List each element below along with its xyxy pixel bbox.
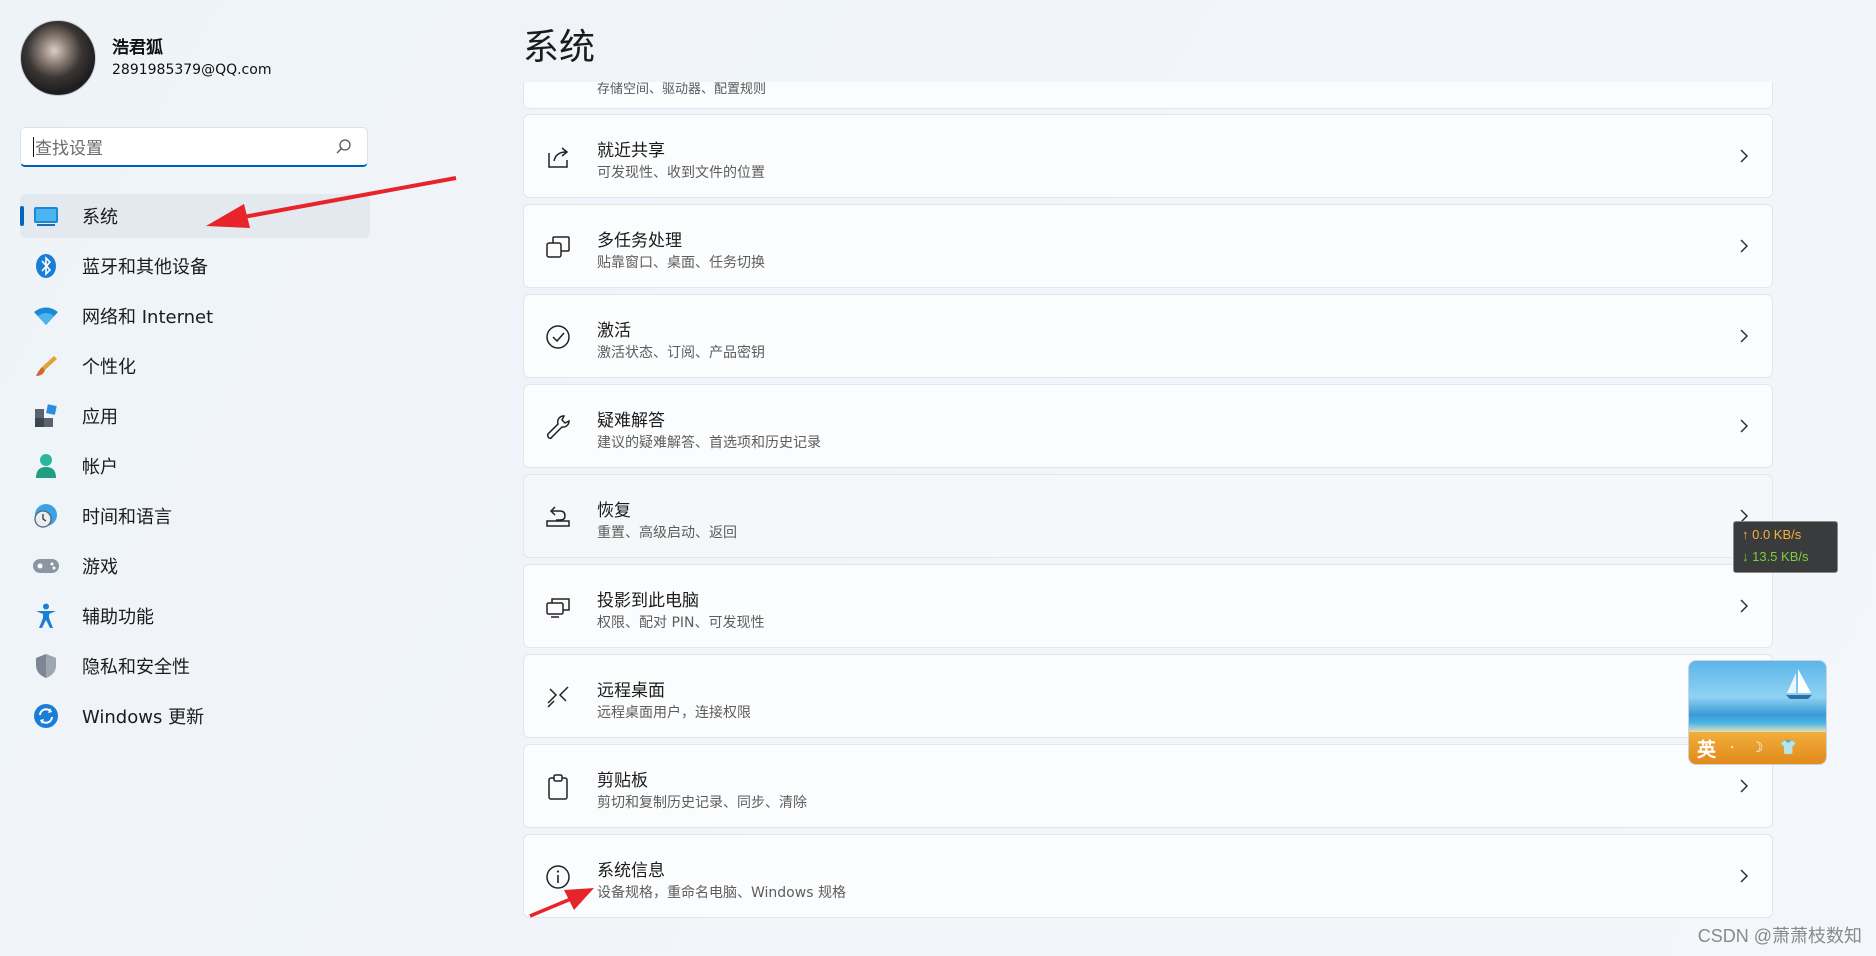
sidebar-item-label: 辅助功能 — [82, 607, 154, 628]
user-profile[interactable]: 浩君狐 2891985379@QQ.com — [20, 20, 271, 96]
recovery-icon — [546, 506, 570, 527]
settings-card-troubleshoot[interactable]: 疑难解答 建议的疑难解答、首选项和历史记录 — [523, 384, 1773, 468]
ime-language-toggle[interactable]: 英 — [1697, 735, 1716, 762]
sidebar-item-gaming[interactable]: 游戏 — [20, 544, 370, 588]
sidebar-item-label: 蓝牙和其他设备 — [82, 257, 208, 278]
sidebar-item-network[interactable]: 网络和 Internet — [20, 294, 370, 338]
card-subtitle: 剪切和复制历史记录、同步、清除 — [597, 795, 807, 811]
text-caret — [33, 136, 34, 157]
card-subtitle: 重置、高级启动、返回 — [597, 525, 737, 541]
card-subtitle: 权限、配对 PIN、可发现性 — [597, 615, 765, 631]
paintbrush-icon — [32, 352, 60, 380]
sidebar-item-accessibility[interactable]: 辅助功能 — [20, 594, 370, 638]
remote-desktop-icon — [547, 686, 569, 708]
search-input[interactable]: 查找设置 — [20, 127, 368, 167]
bluetooth-icon — [32, 252, 60, 280]
sidebar-item-label: 游戏 — [82, 557, 118, 578]
chevron-right-icon — [1740, 419, 1749, 433]
sidebar-item-label: 时间和语言 — [82, 507, 172, 528]
settings-card-recovery[interactable]: 恢复 重置、高级启动、返回 — [523, 474, 1773, 558]
card-subtitle: 建议的疑难解答、首选项和历史记录 — [597, 435, 821, 451]
gamepad-icon — [32, 552, 60, 580]
sidebar-item-bluetooth[interactable]: 蓝牙和其他设备 — [20, 244, 370, 288]
card-title: 激活 — [597, 321, 631, 341]
sidebar: 浩君狐 2891985379@QQ.com 查找设置 系统 蓝牙和其他设备 网络… — [0, 0, 470, 956]
accessibility-icon — [32, 602, 60, 630]
sidebar-item-label: 应用 — [82, 407, 118, 428]
globe-clock-icon — [32, 502, 60, 530]
card-title: 就近共享 — [597, 141, 665, 161]
card-subtitle: 贴靠窗口、桌面、任务切换 — [597, 255, 765, 271]
chevron-right-icon — [1740, 869, 1749, 883]
chevron-right-icon — [1740, 239, 1749, 253]
account-icon — [32, 452, 60, 480]
card-subtitle: 存储空间、驱动器、配置规则 — [597, 82, 767, 97]
card-title: 远程桌面 — [597, 681, 665, 701]
csdn-watermark: CSDN @萧萧枝数知 — [1697, 926, 1862, 946]
sidebar-item-apps[interactable]: 应用 — [20, 394, 370, 438]
network-speed-widget[interactable]: ↑ 0.0 KB/s ↓ 13.5 KB/s — [1733, 521, 1838, 573]
download-speed: ↓ 13.5 KB/s — [1742, 549, 1809, 564]
card-title: 剪贴板 — [597, 771, 648, 791]
sidebar-item-label: 帐户 — [82, 457, 118, 478]
search-icon[interactable] — [335, 138, 353, 156]
settings-card-nearby-sharing[interactable]: 就近共享 可发现性、收到文件的位置 — [523, 114, 1773, 198]
card-title: 投影到此电脑 — [597, 591, 699, 611]
sidebar-item-label: 隐私和安全性 — [82, 657, 190, 678]
settings-card-project-to-pc[interactable]: 投影到此电脑 权限、配对 PIN、可发现性 — [523, 564, 1773, 648]
share-icon — [548, 147, 569, 168]
sidebar-item-privacy[interactable]: 隐私和安全性 — [20, 644, 370, 688]
shield-icon — [32, 652, 60, 680]
card-title: 恢复 — [597, 501, 631, 521]
sidebar-item-accounts[interactable]: 帐户 — [20, 444, 370, 488]
ime-status-bar: 英 · ☽ 👕 — [1689, 732, 1826, 764]
multitask-icon — [546, 236, 570, 258]
wifi-icon — [32, 302, 60, 330]
system-monitor-icon — [32, 202, 60, 230]
sidebar-nav: 系统 蓝牙和其他设备 网络和 Internet 个性化 应用 帐户 时间和语言 … — [20, 194, 370, 744]
sidebar-item-system[interactable]: 系统 — [20, 194, 370, 238]
settings-card-activation[interactable]: 激活 激活状态、订阅、产品密钥 — [523, 294, 1773, 378]
avatar[interactable] — [20, 20, 96, 96]
page-title: 系统 — [523, 27, 596, 68]
card-subtitle: 激活状态、订阅、产品密钥 — [597, 345, 765, 361]
card-title: 多任务处理 — [597, 231, 682, 251]
settings-card-multitasking[interactable]: 多任务处理 贴靠窗口、桌面、任务切换 — [523, 204, 1773, 288]
card-title: 系统信息 — [597, 861, 665, 881]
clipboard-icon — [548, 774, 568, 800]
chevron-right-icon — [1740, 599, 1749, 613]
chevron-right-icon — [1740, 329, 1749, 343]
wrench-icon — [546, 415, 570, 440]
card-subtitle: 设备规格，重命名电脑、Windows 规格 — [597, 885, 846, 901]
sidebar-item-personalization[interactable]: 个性化 — [20, 344, 370, 388]
windows-update-icon — [32, 702, 60, 730]
profile-name: 浩君狐 — [112, 38, 163, 58]
apps-icon — [32, 402, 60, 430]
check-circle-icon — [546, 325, 570, 349]
ime-toolbar[interactable]: 英 · ☽ 👕 — [1688, 660, 1827, 765]
sidebar-item-label: Windows 更新 — [82, 707, 205, 728]
upload-speed: ↑ 0.0 KB/s — [1742, 527, 1802, 542]
settings-card-about[interactable]: 系统信息 设备规格，重命名电脑、Windows 规格 — [523, 834, 1773, 918]
project-icon — [546, 598, 570, 618]
ime-mode-icons[interactable]: · ☽ 👕 — [1730, 740, 1803, 756]
sidebar-item-time-language[interactable]: 时间和语言 — [20, 494, 370, 538]
profile-text: 浩君狐 2891985379@QQ.com — [112, 36, 271, 80]
profile-email: 2891985379@QQ.com — [112, 62, 272, 78]
card-subtitle: 远程桌面用户，连接权限 — [597, 705, 751, 721]
chevron-right-icon — [1740, 149, 1749, 163]
card-subtitle: 可发现性、收到文件的位置 — [597, 165, 765, 181]
sidebar-item-windows-update[interactable]: Windows 更新 — [20, 694, 370, 738]
sailboat-icon — [1786, 669, 1812, 699]
settings-card-storage-partial[interactable]: 存储空间、驱动器、配置规则 — [523, 82, 1773, 109]
info-icon — [546, 865, 570, 889]
card-title: 疑难解答 — [597, 411, 665, 431]
sidebar-item-label: 网络和 Internet — [82, 307, 214, 328]
sidebar-item-label: 系统 — [82, 207, 118, 228]
sidebar-item-label: 个性化 — [82, 357, 136, 378]
search-placeholder: 查找设置 — [35, 139, 103, 159]
chevron-right-icon — [1740, 779, 1749, 793]
settings-card-clipboard[interactable]: 剪贴板 剪切和复制历史记录、同步、清除 — [523, 744, 1773, 828]
settings-card-remote-desktop[interactable]: 远程桌面 远程桌面用户，连接权限 — [523, 654, 1773, 738]
